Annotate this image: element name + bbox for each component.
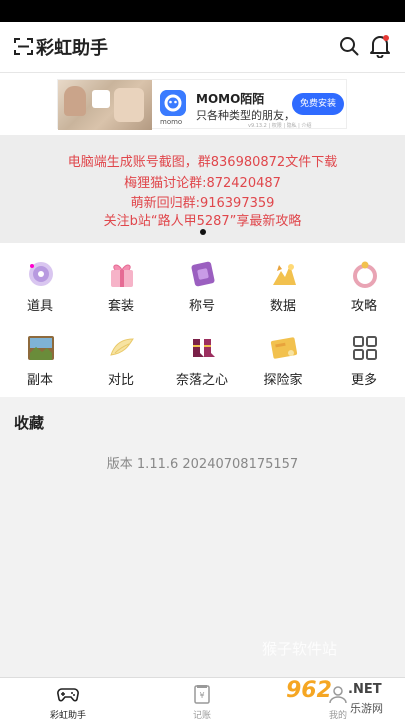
- grid-item-data[interactable]: 数据: [248, 243, 318, 314]
- grid-item-guides[interactable]: 攻略: [329, 243, 399, 314]
- ad-thumbnail: [58, 80, 152, 130]
- grid-item-compare[interactable]: 对比: [86, 317, 156, 388]
- dungeon-icon: [28, 336, 54, 360]
- gift-box-icon: [111, 264, 133, 287]
- grid-item-naraku-heart[interactable]: 奈落之心: [167, 317, 237, 388]
- grid-more-icon: [353, 336, 377, 360]
- ad-meta: v9.13.2 | 权限 | 隐私 | 介绍: [248, 123, 312, 129]
- watermark-site: 猴子软件站: [262, 640, 338, 658]
- grid-item-label: 副本: [26, 373, 53, 388]
- scan-icon[interactable]: [14, 38, 33, 55]
- ring-icon: [353, 261, 377, 288]
- favorites-title: 收藏: [14, 414, 45, 432]
- notice-line: 梅狸猫讨论群:872420487: [124, 176, 281, 191]
- shoes-icon: [193, 339, 215, 357]
- carousel-indicator: [200, 229, 206, 235]
- grid-item-label: 道具: [26, 299, 53, 314]
- nav-item-home[interactable]: 彩虹助手: [18, 678, 118, 720]
- grid-item-explorer[interactable]: 探险家: [248, 317, 318, 388]
- nav-item-ledger[interactable]: ¥ 记账: [152, 678, 252, 720]
- version-text: 版本 1.11.6 20240708175157: [106, 457, 299, 472]
- data-icon: [273, 264, 296, 285]
- app-header: 彩虹助手: [0, 22, 405, 72]
- grid-item-label: 更多: [350, 373, 377, 388]
- notice-line: 电脑端生成账号截图，群836980872文件下载: [67, 155, 338, 170]
- grid-item-titles[interactable]: 称号: [167, 243, 237, 314]
- bell-icon[interactable]: [369, 34, 391, 58]
- watermark-net: .NET: [348, 682, 382, 697]
- grid-item-label: 称号: [188, 299, 215, 314]
- grid-item-more[interactable]: 更多: [329, 317, 399, 388]
- watermark-brand: 962 .NET 乐游网: [286, 676, 404, 720]
- grid-item-label: 探险家: [263, 373, 303, 388]
- favorites-section: 收藏 版本 1.11.6 20240708175157 猴子软件站: [0, 397, 405, 677]
- ledger-icon: ¥: [194, 685, 210, 704]
- grid-item-suits[interactable]: 套装: [86, 243, 156, 314]
- grid-item-label: 攻略: [350, 299, 377, 314]
- ad-description: 只各种类型的朋友，: [196, 109, 295, 122]
- grid-item-props[interactable]: 道具: [5, 243, 75, 314]
- momo-logo-icon: [160, 90, 186, 116]
- ad-banner[interactable]: momo MOMO陌陌 只各种类型的朋友， v9.13.2 | 权限 | 隐私 …: [0, 73, 405, 135]
- status-bar: [0, 0, 405, 22]
- grid-item-label: 数据: [269, 299, 296, 314]
- grid-item-label: 奈落之心: [175, 373, 228, 388]
- grid-item-label: 对比: [107, 373, 134, 388]
- nav-label: 记账: [192, 711, 211, 720]
- install-button[interactable]: 免费安装: [292, 93, 344, 115]
- gamepad-icon: [57, 688, 79, 702]
- notice-banner[interactable]: 电脑端生成账号截图，群836980872文件下载 梅狸猫讨论群:87242048…: [0, 135, 405, 243]
- app-title: 彩虹助手: [36, 38, 108, 59]
- notice-line: 萌新回归群:916397359: [130, 196, 275, 211]
- grid-item-label: 套装: [107, 299, 134, 314]
- title-badge-icon: [191, 261, 215, 287]
- explorer-card-icon: [270, 337, 298, 359]
- watermark-subtitle: 乐游网: [350, 702, 383, 715]
- wing-icon: [110, 338, 134, 356]
- watermark-962: 962: [286, 678, 332, 703]
- ad-app-name: MOMO陌陌: [196, 92, 265, 106]
- ad-logo-label: momo: [160, 118, 183, 126]
- prop-icon: [29, 262, 53, 286]
- notice-line: 关注b站“路人甲5287”享最新攻略: [103, 214, 302, 229]
- ad-card[interactable]: momo MOMO陌陌 只各种类型的朋友， v9.13.2 | 权限 | 隐私 …: [57, 79, 347, 130]
- search-icon[interactable]: [339, 36, 359, 56]
- grid-item-dungeons[interactable]: 副本: [5, 317, 75, 388]
- feature-grid: 道具 套装 称号 数据 攻略 副本 对比 奈落之心 探险家 更多: [0, 243, 405, 397]
- svg-text:¥: ¥: [199, 691, 204, 700]
- nav-label: 彩虹助手: [49, 711, 86, 720]
